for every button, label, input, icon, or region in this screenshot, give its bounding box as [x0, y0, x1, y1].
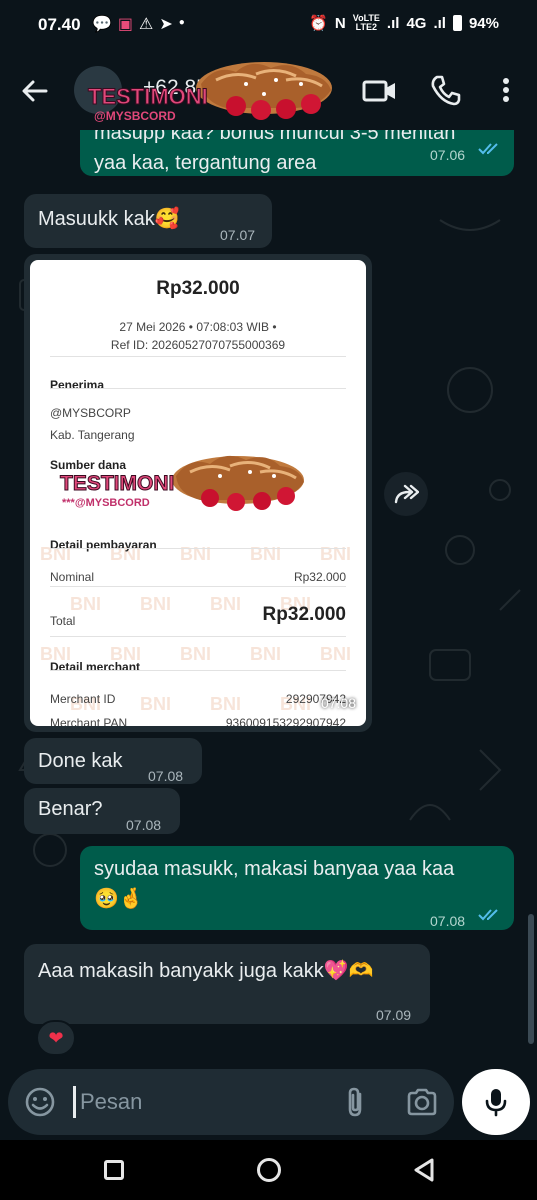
- nominal-value: Rp32.000: [293, 570, 346, 584]
- message-incoming[interactable]: Aaa makasih banyakk juga kakk💖🫶 07.09: [24, 944, 430, 1024]
- message-outgoing[interactable]: syudaa masukk, makasi banyaa yaa kaa 🥹🤞 …: [80, 846, 514, 930]
- heart-icon: ❤: [48, 1027, 64, 1048]
- message-text: masupp kaa? bonus muncul 3-5 menitan yaa…: [94, 130, 456, 174]
- message-incoming[interactable]: Benar? 07.08: [24, 788, 180, 834]
- svg-text:BNI: BNI: [250, 644, 281, 664]
- volte-indicator: VoLTE LTE2: [352, 13, 380, 32]
- sticker-handle: ***@MYSBCORD: [62, 497, 150, 509]
- total-label: Total: [50, 614, 76, 628]
- recent-apps-button[interactable]: [104, 1160, 124, 1180]
- merchant-label: Detail merchant: [50, 660, 141, 674]
- message-composer[interactable]: [8, 1069, 454, 1135]
- message-outgoing[interactable]: masupp kaa? bonus muncul 3-5 menitan yaa…: [80, 130, 514, 176]
- nfc-icon: N: [334, 14, 346, 32]
- message-time: 07.08: [430, 913, 466, 929]
- more-vert-icon[interactable]: [494, 72, 518, 108]
- battery-percent: 94%: [468, 14, 499, 32]
- message-incoming[interactable]: Masuukk kak🥰 07.07: [24, 194, 272, 248]
- dot-notification-icon: ●: [178, 17, 185, 28]
- back-button[interactable]: [18, 74, 52, 108]
- forward-icon: [394, 484, 419, 504]
- scrollbar[interactable]: [528, 914, 534, 1044]
- signal-icon-2: .ıl: [433, 14, 446, 32]
- telegram-notification-icon: ➤: [159, 16, 173, 33]
- back-arrow-icon: [22, 80, 48, 102]
- signal-icon: .ıl: [386, 14, 400, 32]
- divider: [50, 670, 346, 671]
- divider: [50, 636, 346, 637]
- message-text: Benar?: [38, 798, 103, 820]
- svg-text:BNI: BNI: [140, 694, 171, 714]
- app-notification-icon: ▣: [117, 16, 134, 33]
- read-ticks-icon: [478, 909, 498, 921]
- message-time: 07.08: [126, 817, 162, 833]
- total-value: Rp32.000: [262, 604, 346, 625]
- read-ticks-icon: [478, 143, 498, 155]
- receipt-amount: Rp32.000: [156, 278, 240, 299]
- recipient-label: Penerima: [50, 378, 105, 392]
- message-time: 07.08: [148, 768, 184, 784]
- heart-reaction[interactable]: ❤: [36, 1020, 76, 1056]
- battery-icon: [452, 15, 462, 31]
- nominal-label: Nominal: [50, 570, 95, 584]
- chat-header: +62 85 TESTIMONI @MYSBCORD: [0, 52, 537, 130]
- system-navigation-bar: [0, 1140, 537, 1200]
- message-incoming[interactable]: Done kak 07.08: [24, 738, 202, 784]
- sticker-handle: @MYSBCORD: [94, 109, 176, 123]
- svg-text:BNI: BNI: [180, 644, 211, 664]
- home-button[interactable]: [257, 1158, 281, 1182]
- alert-notification-icon: ⚠: [139, 16, 154, 33]
- message-time: 07.07: [220, 227, 256, 243]
- receipt-image[interactable]: BNI BNI BNI BNI BNI BNI BNI BNI BNI BNI BNI BNI BN…: [30, 260, 366, 726]
- status-bar: 07.40 💬 ▣ ⚠ ➤ ● ⏰ N VoLTE LTE2 .ıl 4G .ıl…: [0, 0, 537, 52]
- network-type: 4G: [406, 14, 427, 32]
- message-text: Aaa makasih banyakk juga kakk💖🫶: [38, 960, 374, 982]
- status-time: 07.40: [38, 15, 81, 34]
- mic-icon: [485, 1089, 507, 1117]
- message-text: Done kak: [38, 750, 123, 772]
- sticker-title: TESTIMONI: [60, 472, 174, 495]
- payment-label: Detail pembayaran: [50, 538, 157, 552]
- video-call-icon[interactable]: [362, 74, 398, 108]
- emoji-icon[interactable]: [24, 1086, 56, 1118]
- alarm-icon: ⏰: [309, 15, 328, 32]
- divider: [50, 356, 346, 357]
- text-caret: [73, 1086, 76, 1118]
- svg-text:BNI: BNI: [180, 544, 211, 564]
- camera-icon[interactable]: [406, 1087, 438, 1117]
- message-text: syudaa masukk, makasi banyaa yaa kaa 🥹🤞: [94, 858, 455, 910]
- system-indicators: ⏰ N VoLTE LTE2 .ıl 4G .ıl 94%: [309, 13, 499, 33]
- testimoni-croissant-sticker: TESTIMONI ***@MYSBCORD: [60, 455, 304, 511]
- forward-button[interactable]: [384, 472, 428, 516]
- phone-icon[interactable]: [428, 72, 464, 108]
- svg-text:BNI: BNI: [210, 594, 241, 614]
- svg-text:BNI: BNI: [140, 594, 171, 614]
- divider: [50, 548, 346, 549]
- chat-area[interactable]: masupp kaa? bonus muncul 3-5 menitan yaa…: [0, 130, 537, 1068]
- svg-text:BNI: BNI: [320, 644, 351, 664]
- divider: [50, 586, 346, 587]
- message-image[interactable]: BNI BNI BNI BNI BNI BNI BNI BNI BNI BNI BNI BNI BN…: [24, 254, 372, 732]
- merchant-pan-label: Merchant PAN: [50, 716, 128, 726]
- message-time: 07.06: [430, 147, 466, 163]
- chat-notification-icon: 💬: [92, 16, 112, 33]
- attach-icon[interactable]: [340, 1085, 370, 1119]
- nav-back-button[interactable]: [412, 1157, 436, 1183]
- notification-icons: 💬 ▣ ⚠ ➤ ●: [92, 14, 185, 34]
- sticker-title: TESTIMONI: [88, 84, 208, 109]
- voice-message-button[interactable]: [462, 1069, 530, 1135]
- message-time: 07.08: [320, 695, 356, 711]
- message-text: Masuukk kak🥰: [38, 208, 180, 230]
- svg-text:BNI: BNI: [320, 544, 351, 564]
- composer-bar: [0, 1068, 537, 1140]
- message-input[interactable]: [80, 1085, 330, 1119]
- divider: [50, 388, 346, 389]
- svg-text:BNI: BNI: [250, 544, 281, 564]
- message-time: 07.09: [376, 1007, 412, 1023]
- testimoni-croissant-sticker: TESTIMONI @MYSBCORD: [88, 62, 332, 123]
